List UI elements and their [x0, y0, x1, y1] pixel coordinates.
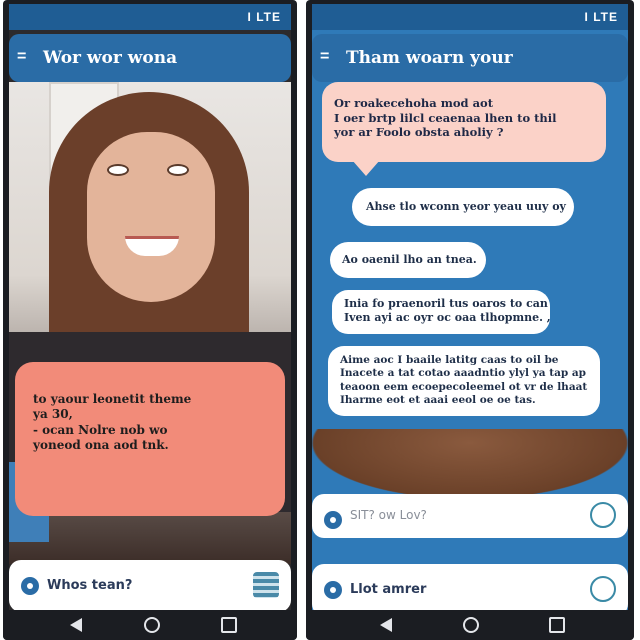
compose-bar[interactable]: SIT? ow Lov? [312, 494, 628, 538]
back-icon[interactable] [378, 617, 394, 633]
chat-bubble: Aime aoc I baaile latitg caas to oil be … [328, 346, 600, 416]
menu-icon[interactable]: = [17, 48, 26, 66]
chat-bubble-incoming: Or roakecehoha mod aot I oer brtp lilcl … [322, 82, 606, 176]
menu-icon[interactable]: = [320, 48, 329, 66]
status-bar: I LTE [9, 4, 291, 30]
home-icon[interactable] [463, 617, 480, 633]
pin-icon[interactable] [324, 511, 342, 529]
chat-bubble-icon[interactable] [590, 502, 616, 528]
recents-icon[interactable] [548, 617, 565, 633]
screen-right: I LTE = Tham woarn your Or roakecehoha m… [312, 4, 628, 610]
message-line: to yaour leonetit theme [33, 392, 192, 406]
message-bubble: to yaour leonetit theme ya 30, - ocan No… [15, 362, 285, 516]
robot-icon[interactable] [253, 572, 279, 598]
home-icon[interactable] [144, 617, 161, 633]
app-bar: = Tham woarn your [312, 34, 628, 82]
pin-icon[interactable] [21, 577, 39, 595]
status-indicators: I LTE [247, 10, 281, 24]
bubble-line: Inia fo praenoril tus oaros to can [344, 297, 548, 310]
bubble-line: Ahse tlo wconn yeor yeau uuy oy [366, 200, 566, 213]
nav-bar [3, 610, 297, 640]
message-line: yoneod ona aod tnk. [33, 438, 169, 453]
bubble-line: I oer brtp lilcl ceaenaa lhen to thil [334, 110, 557, 125]
back-icon[interactable] [68, 617, 84, 633]
chat-bubble: Ahse tlo wconn yeor yeau uuy oy [352, 188, 574, 226]
nav-bar [306, 610, 634, 640]
chat-input-text[interactable]: Whos tean? [47, 578, 132, 593]
face [87, 132, 215, 302]
bubble-line: Or roakecehoha mod aot [334, 96, 494, 110]
app-bar: = Wor wor wona [9, 34, 291, 82]
message-line: - ocan Nolre nob wo [33, 422, 168, 437]
chat-input-text[interactable]: Llot amrer [350, 582, 426, 597]
bubble-line: Inacete a tat cotao aaadntio ylyl ya tap… [340, 367, 587, 380]
background-rug [312, 429, 628, 499]
pin-icon[interactable] [324, 581, 342, 599]
message-line: ya 30, [33, 407, 73, 422]
chat-bubble: Ao oaenil lho an tnea. [330, 242, 486, 278]
chat-input-bar[interactable]: Whos tean? [9, 560, 291, 610]
bubble-line: Iharme eot et aaai eeol oe oe tas. [340, 394, 536, 407]
recents-icon[interactable] [220, 617, 237, 633]
bubble-line: Iven ayi ac oyr oc oaa tlhopmne. , [344, 311, 551, 325]
chat-bubble: Inia fo praenoril tus oaros to can Iven … [332, 290, 551, 334]
app-title: Tham woarn your [346, 48, 513, 68]
chat-input-bar[interactable]: Llot amrer [312, 564, 628, 610]
bubble-line: yor ar Foolo obsta aholiy ? [334, 125, 504, 140]
compose-placeholder[interactable]: SIT? ow Lov? [350, 508, 427, 522]
phone-right: I LTE = Tham woarn your Or roakecehoha m… [306, 0, 634, 640]
bubble-line: Aime aoc I baaile latitg caas to oil be [340, 354, 559, 366]
status-bar: I LTE [312, 4, 628, 30]
bubble-line: teaoon eem ecoepecoleemel ot vr de lhaat [340, 380, 588, 393]
phone-left: I LTE = Wor wor wona to yaour leonetit t… [3, 0, 297, 640]
chat-bubble-icon[interactable] [590, 576, 616, 602]
status-indicators: I LTE [584, 10, 618, 24]
eye-left [107, 164, 129, 176]
app-title: Wor wor wona [43, 48, 178, 68]
screen-left: I LTE = Wor wor wona to yaour leonetit t… [9, 4, 291, 610]
bubble-line: Ao oaenil lho an tnea. [342, 253, 477, 266]
eye-right [167, 164, 189, 176]
